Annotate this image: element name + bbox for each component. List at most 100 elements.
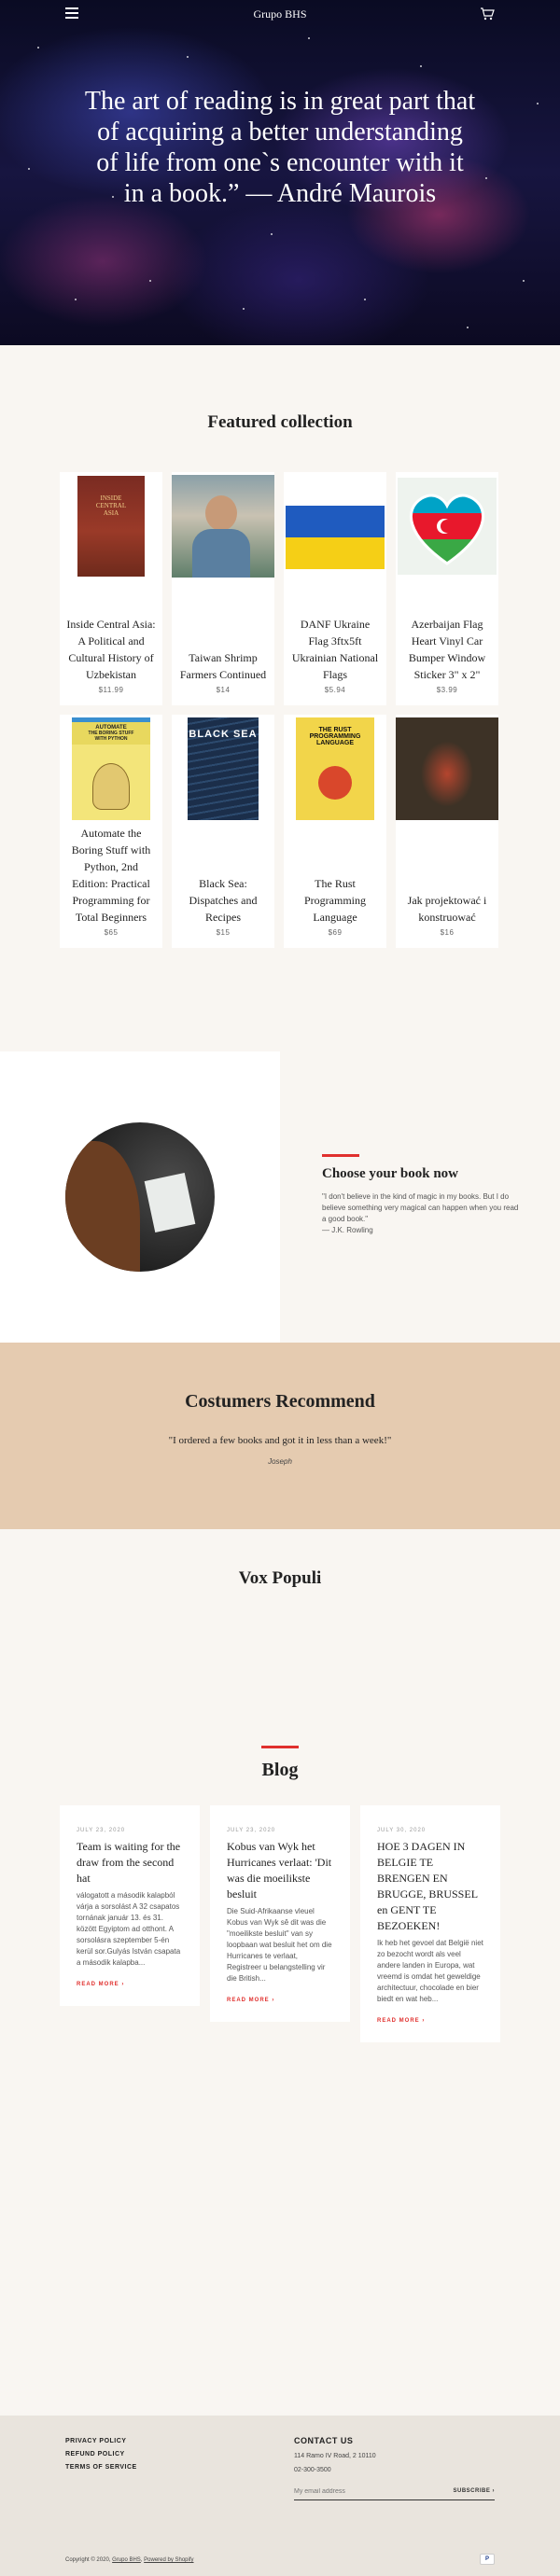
product-title[interactable]: The Rust Programming Language <box>289 875 381 926</box>
email-field[interactable] <box>294 2488 425 2495</box>
cover-text: BLACK SEA <box>189 729 258 740</box>
testimonial-section: Costumers Recommend "I ordered a few boo… <box>0 1343 560 1529</box>
cover-text: CENTRAL <box>95 502 127 509</box>
post-date: JULY 23, 2020 <box>227 1828 276 1833</box>
product-title[interactable]: Jak projektować i konstruować <box>401 892 493 926</box>
choose-text-panel: Choose your book now "I don't believe in… <box>280 1051 560 1343</box>
product-card[interactable]: Taiwan Shrimp Farmers Continued $14 <box>172 472 274 705</box>
hero-banner: Grupo BHS The art of reading is in great… <box>0 0 560 345</box>
product-image <box>284 472 386 580</box>
product-price: $15 <box>216 928 231 937</box>
product-title[interactable]: Azerbaijan Flag Heart Vinyl Car Bumper W… <box>401 616 493 683</box>
choose-title: Choose your book now <box>322 1166 459 1181</box>
vox-populi-section: Vox Populi <box>0 1529 560 1746</box>
product-price: $69 <box>328 928 343 937</box>
contact-phone: 02-300-3500 <box>294 2467 331 2473</box>
post-date: JULY 23, 2020 <box>77 1828 126 1833</box>
footer-link-refund[interactable]: REFUND POLICY <box>65 2451 137 2458</box>
product-card[interactable]: Jak projektować i konstruować $16 <box>396 715 498 948</box>
post-title[interactable]: HOE 3 DAGEN IN BELGIE TE BRENGEN EN BRUG… <box>377 1839 483 1934</box>
read-more-link[interactable]: READ MORE › <box>77 1982 183 1987</box>
site-brand[interactable]: Grupo BHS <box>253 7 306 21</box>
arrow-right-icon: › <box>422 2018 426 2024</box>
read-more-label[interactable]: READ MORE <box>77 1982 119 1987</box>
product-image: AUTOMATE THE BORING STUFF WITH PYTHON <box>60 715 162 823</box>
post-excerpt: Ik heb het gevoel dat België niet zo bez… <box>377 1939 483 2003</box>
blog-post-card[interactable]: JULY 30, 2020 HOE 3 DAGEN IN BELGIE TE B… <box>360 1805 500 2042</box>
subscribe-button[interactable]: SUBSCRIBE › <box>453 2488 495 2495</box>
blog-post-card[interactable]: JULY 23, 2020 Kobus van Wyk het Hurrican… <box>210 1805 350 2022</box>
copyright-text: Copyright © 2020, <box>65 2557 111 2563</box>
read-more-link[interactable]: READ MORE › <box>377 2018 483 2024</box>
accent-divider <box>322 1154 359 1157</box>
product-card[interactable]: INSIDE CENTRAL ASIA Inside Central Asia:… <box>60 472 162 705</box>
product-card[interactable]: Azerbaijan Flag Heart Vinyl Car Bumper W… <box>396 472 498 705</box>
cover-text: WITH PYTHON <box>94 736 128 742</box>
powered-by-link[interactable]: Powered by Shopify <box>144 2557 193 2563</box>
blog-post-card[interactable]: JULY 23, 2020 Team is waiting for the dr… <box>60 1805 200 2006</box>
choose-author: — J.K. Rowling <box>322 1226 373 1234</box>
vox-title: Vox Populi <box>238 1568 322 1588</box>
product-title[interactable]: Inside Central Asia: A Political and Cul… <box>65 616 157 683</box>
post-title[interactable]: Kobus van Wyk het Hurricanes verlaat: 'D… <box>227 1839 333 1902</box>
product-card[interactable]: THE RUST PROGRAMMING LANGUAGE The Rust P… <box>284 715 386 948</box>
cart-icon[interactable] <box>480 7 495 21</box>
footer-link-terms[interactable]: TERMS OF SERVICE <box>65 2464 137 2471</box>
post-title[interactable]: Team is waiting for the draw from the se… <box>77 1839 183 1887</box>
arrow-right-icon: › <box>272 1998 275 2003</box>
footer-link-privacy[interactable]: PRIVACY POLICY <box>65 2438 137 2444</box>
featured-collection: Featured collection INSIDE CENTRAL ASIA … <box>0 345 560 1051</box>
newsletter-form: SUBSCRIBE › <box>294 2488 495 2500</box>
product-title[interactable]: Taiwan Shrimp Farmers Continued <box>177 649 269 683</box>
product-price: $14 <box>216 686 231 694</box>
product-price: $3.99 <box>436 686 458 694</box>
cover-text: INSIDE <box>100 494 122 502</box>
testimonial-quote: "I ordered a few books and got it in les… <box>168 1435 392 1446</box>
product-image: BLACK SEA <box>172 715 274 823</box>
blog-posts: JULY 23, 2020 Team is waiting for the dr… <box>60 1805 500 2042</box>
product-card[interactable]: BLACK SEA Black Sea: Dispatches and Reci… <box>172 715 274 948</box>
read-more-link[interactable]: READ MORE › <box>227 1998 333 2003</box>
site-footer: PRIVACY POLICY REFUND POLICY TERMS OF SE… <box>0 2416 560 2576</box>
product-title[interactable]: Automate the Boring Stuff with Python, 2… <box>65 825 157 926</box>
read-more-label[interactable]: READ MORE <box>377 2018 420 2024</box>
footer-contact: CONTACT US 114 Ramo IV Road, 2 10110 02-… <box>294 2436 495 2500</box>
hero-quote: The art of reading is in great part that… <box>84 87 476 208</box>
product-image <box>396 715 498 823</box>
shop-link[interactable]: Grupo BHS <box>112 2557 141 2563</box>
product-title[interactable]: Black Sea: Dispatches and Recipes <box>177 875 269 926</box>
blog-section: Blog JULY 23, 2020 Team is waiting for t… <box>0 1746 560 2416</box>
choose-quote: "I don't believe in the kind of magic in… <box>322 1192 519 1223</box>
choose-book-section: Choose your book now "I don't believe in… <box>0 1051 560 1343</box>
arrow-right-icon: › <box>121 1982 125 1987</box>
read-more-label[interactable]: READ MORE <box>227 1998 270 2003</box>
contact-title: CONTACT US <box>294 2436 354 2445</box>
footer-links: PRIVACY POLICY REFUND POLICY TERMS OF SE… <box>65 2438 137 2477</box>
subscribe-label[interactable]: SUBSCRIBE <box>453 2488 490 2494</box>
featured-title: Featured collection <box>207 412 353 432</box>
product-image: INSIDE CENTRAL ASIA <box>60 472 162 580</box>
hamburger-menu-icon[interactable] <box>65 7 78 19</box>
reading-photo <box>65 1122 215 1272</box>
azerbaijan-heart-sticker-image <box>398 478 497 575</box>
product-grid: INSIDE CENTRAL ASIA Inside Central Asia:… <box>60 472 500 948</box>
product-price: $11.99 <box>98 686 124 694</box>
blog-title: Blog <box>261 1760 299 1780</box>
product-card[interactable]: DANF Ukraine Flag 3ftx5ft Ukrainian Nati… <box>284 472 386 705</box>
contact-address: 114 Ramo IV Road, 2 10110 <box>294 2453 376 2459</box>
cover-text: LANGUAGE <box>315 740 355 746</box>
top-navigation: Grupo BHS <box>0 0 560 28</box>
cover-text: ASIA <box>103 509 119 517</box>
choose-image-panel <box>0 1051 280 1343</box>
arrow-right-icon: › <box>492 2488 495 2494</box>
product-card[interactable]: AUTOMATE THE BORING STUFF WITH PYTHON Au… <box>60 715 162 948</box>
cover-text: PROGRAMMING <box>309 733 361 740</box>
cover-text: THE RUST <box>318 727 352 733</box>
testimonial-author: Joseph <box>268 1457 292 1466</box>
accent-divider <box>261 1746 299 1748</box>
product-title[interactable]: DANF Ukraine Flag 3ftx5ft Ukrainian Nati… <box>289 616 381 683</box>
testimonial-title: Costumers Recommend <box>185 1391 375 1412</box>
post-excerpt: válogatott a második kalapból várja a so… <box>77 1891 181 1967</box>
product-image <box>172 472 274 580</box>
product-price: $65 <box>104 928 119 937</box>
